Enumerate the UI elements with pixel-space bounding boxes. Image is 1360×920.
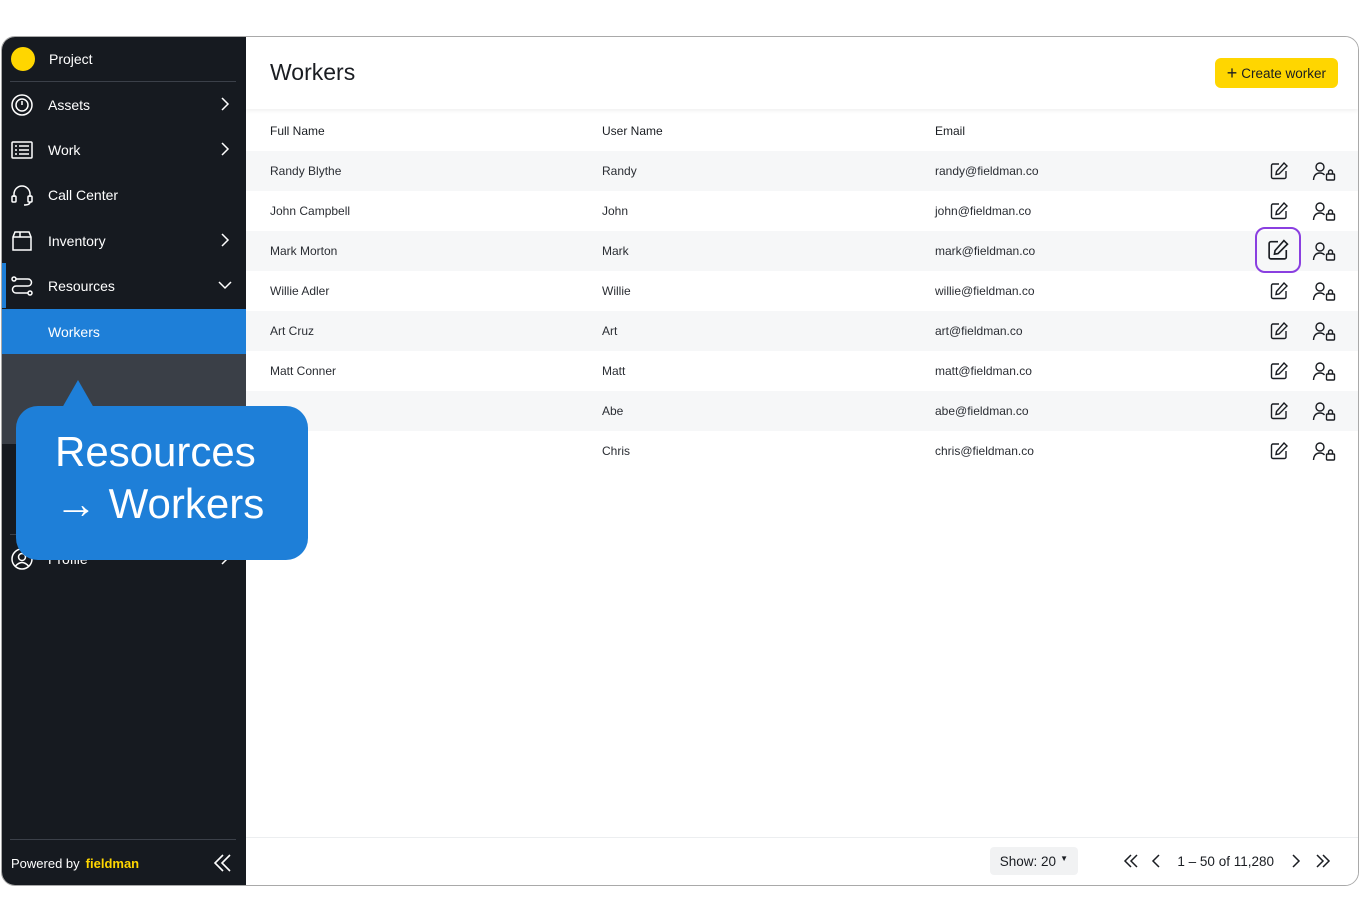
edit-icon[interactable] xyxy=(1268,160,1290,182)
cell-user-name: Art xyxy=(602,324,618,338)
main-content: Workers + Create worker Full Name User N… xyxy=(246,37,1358,885)
table-row[interactable]: John Campbell John john@fieldman.co xyxy=(246,191,1358,231)
edit-icon[interactable] xyxy=(1268,200,1290,222)
first-page-icon[interactable] xyxy=(1122,852,1140,870)
table-row[interactable]: Mark Morton Mark mark@fieldman.co xyxy=(246,231,1358,271)
chevron-right-icon xyxy=(221,142,230,156)
cell-user-name: Matt xyxy=(602,364,626,378)
user-permissions-icon[interactable] xyxy=(1312,240,1336,262)
user-permissions-icon[interactable] xyxy=(1312,400,1336,422)
tutorial-callout: Resources → Workers xyxy=(16,406,308,560)
sidebar-item-call-center[interactable]: Call Center xyxy=(2,172,246,217)
cell-email: chris@fieldman.co xyxy=(935,444,1034,458)
table-row[interactable]: Matt Conner Matt matt@fieldman.co xyxy=(246,351,1358,391)
cell-full-name: John Campbell xyxy=(270,204,351,218)
cell-user-name: Mark xyxy=(602,244,629,258)
pagination-bar: Show: 20 ▼ 1 – 50 of 11,280 xyxy=(246,837,1358,885)
user-permissions-icon[interactable] xyxy=(1312,440,1336,462)
next-page-icon[interactable] xyxy=(1286,852,1304,870)
plus-icon: + xyxy=(1226,63,1238,83)
user-permissions-icon[interactable] xyxy=(1312,320,1336,342)
edit-icon[interactable] xyxy=(1268,400,1290,422)
project-label: Project xyxy=(49,51,93,67)
cell-user-name: Willie xyxy=(602,284,631,298)
sidebar-subitem-workers[interactable]: Workers xyxy=(2,309,246,354)
user-permissions-icon[interactable] xyxy=(1312,160,1336,182)
user-permissions-icon[interactable] xyxy=(1312,280,1336,302)
page-range: 1 – 50 of 11,280 xyxy=(1177,854,1274,869)
edit-icon[interactable] xyxy=(1268,320,1290,342)
collapse-sidebar-icon[interactable] xyxy=(212,852,234,874)
last-page-icon[interactable] xyxy=(1314,852,1332,870)
create-worker-label: Create worker xyxy=(1241,65,1326,81)
page-size-label: Show: 20 xyxy=(999,853,1057,869)
sidebar-item-label: Call Center xyxy=(48,186,119,203)
cell-email: matt@fieldman.co xyxy=(935,364,1032,378)
user-permissions-icon[interactable] xyxy=(1312,360,1336,382)
cell-user-name: Abe xyxy=(602,404,624,418)
callout-pointer xyxy=(62,380,94,408)
list-icon xyxy=(10,138,34,162)
table-row[interactable]: Randy Blythe Randy randy@fieldman.co xyxy=(246,151,1358,191)
cell-email: abe@fieldman.co xyxy=(935,404,1029,418)
brand-logo: fieldman xyxy=(85,855,140,871)
sidebar-footer: Powered by fieldman xyxy=(2,841,246,885)
chevron-right-icon xyxy=(221,97,230,111)
cell-full-name: Mark Morton xyxy=(270,244,338,258)
headset-icon xyxy=(10,183,34,207)
sidebar-item-label: Work xyxy=(48,141,81,158)
column-header-user-name[interactable]: User Name xyxy=(602,124,663,138)
cell-full-name: Matt Conner xyxy=(270,364,337,378)
cell-email: willie@fieldman.co xyxy=(935,284,1035,298)
callout-line-2: → Workers xyxy=(55,480,265,527)
page-title: Workers xyxy=(270,59,356,85)
project-dot-icon xyxy=(11,47,35,71)
caret-down-icon: ▼ xyxy=(1060,853,1068,863)
chevron-right-icon xyxy=(221,233,230,247)
sidebar-divider xyxy=(10,839,236,840)
cell-email: art@fieldman.co xyxy=(935,324,1023,338)
chevron-down-icon xyxy=(218,281,232,290)
user-permissions-icon[interactable] xyxy=(1312,200,1336,222)
table-row[interactable]: Willie Adler Willie willie@fieldman.co xyxy=(246,271,1358,311)
column-header-full-name[interactable]: Full Name xyxy=(270,124,325,138)
table-header: Full Name User Name Email xyxy=(246,109,1358,151)
cell-email: mark@fieldman.co xyxy=(935,244,1036,258)
sidebar-item-label: Assets xyxy=(48,96,91,113)
column-header-email[interactable]: Email xyxy=(935,124,965,138)
route-icon xyxy=(10,274,34,298)
sidebar-item-inventory[interactable]: Inventory xyxy=(2,218,246,263)
box-icon xyxy=(10,229,34,253)
sidebar-item-resources[interactable]: Resources xyxy=(2,263,246,308)
create-worker-button[interactable]: + Create worker xyxy=(1214,58,1338,88)
sidebar-item-assets[interactable]: Assets xyxy=(2,82,246,127)
page-header: Workers + Create worker xyxy=(246,37,1358,109)
cell-user-name: John xyxy=(602,204,629,218)
cell-email: randy@fieldman.co xyxy=(935,164,1039,178)
sidebar-subitem-label: Workers xyxy=(48,323,100,340)
cell-full-name: Willie Adler xyxy=(270,284,330,298)
sidebar-item-label: Resources xyxy=(48,277,115,294)
project-selector[interactable]: Project xyxy=(2,37,246,81)
gauge-icon xyxy=(10,93,34,117)
powered-by-text: Powered by xyxy=(11,855,80,871)
cell-user-name: Chris xyxy=(602,444,631,458)
cell-full-name: Art Cruz xyxy=(270,324,315,338)
edit-icon[interactable] xyxy=(1268,280,1290,302)
previous-page-icon[interactable] xyxy=(1148,852,1166,870)
cell-email: john@fieldman.co xyxy=(935,204,1032,218)
cell-full-name: Randy Blythe xyxy=(270,164,342,178)
table-row[interactable]: dlerChrischris@fieldman.co xyxy=(246,431,1358,471)
callout-line-1: Resources xyxy=(55,428,256,475)
table-row[interactable]: Art Cruz Art art@fieldman.co xyxy=(246,311,1358,351)
app-window: Project Assets Work Call Center Inventor… xyxy=(1,36,1359,886)
edit-highlight-marker xyxy=(1255,227,1301,273)
edit-icon[interactable] xyxy=(1268,360,1290,382)
sidebar-item-work[interactable]: Work xyxy=(2,127,246,172)
page-size-select[interactable]: Show: 20 ▼ xyxy=(989,847,1078,875)
cell-user-name: Randy xyxy=(602,164,637,178)
edit-icon[interactable] xyxy=(1268,440,1290,462)
table-row[interactable]: earAbeabe@fieldman.co xyxy=(246,391,1358,431)
sidebar-item-label: Inventory xyxy=(48,232,106,249)
